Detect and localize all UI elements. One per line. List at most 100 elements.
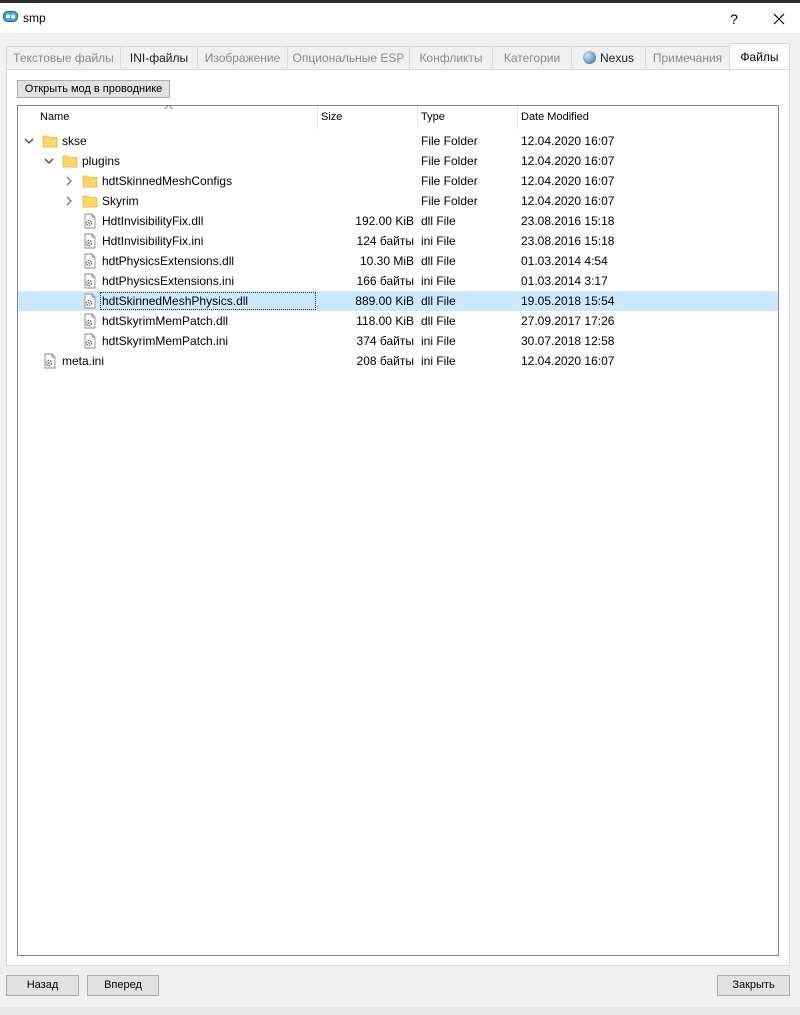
chevron-down-icon[interactable]: [23, 135, 35, 147]
tree-file-row[interactable]: hdtSkyrimMemPatch.ini 374 байты ini File 30…: [18, 331, 778, 351]
globe-icon: [582, 51, 596, 64]
tree-file-row[interactable]: hdtSkinnedMeshPhysics.dll 889.00 KiB dll F…: [18, 291, 778, 311]
tree-item-size: 374 байты: [356, 334, 414, 348]
close-icon: [773, 13, 785, 25]
tree-item-name: Skyrim: [102, 194, 139, 208]
tree-item-name: hdtPhysicsExtensions.dll: [102, 254, 235, 268]
tree-item-date: 12.04.2020 16:07: [521, 174, 615, 188]
open-in-explorer-button[interactable]: Открыть мод в проводнике: [17, 80, 170, 98]
tree-item-type: ini File: [421, 354, 456, 368]
tab-files[interactable]: Файлы: [729, 43, 790, 69]
tree-item-size: 166 байты: [356, 274, 414, 288]
tree-item-type: ini File: [421, 334, 456, 348]
chevron-right-icon[interactable]: [63, 175, 75, 187]
tree-item-name: hdtSkyrimMemPatch.ini: [102, 334, 229, 348]
tree-item-date: 23.08.2016 15:18: [521, 214, 615, 228]
sort-ascending-icon: [164, 106, 173, 110]
tree-item-name: HdtInvisibilityFix.ini: [102, 234, 204, 248]
forward-button[interactable]: Вперед: [87, 975, 159, 996]
tree-item-date: 30.07.2018 12:58: [521, 334, 615, 348]
tree-item-size: [318, 131, 414, 151]
tree-item-date: 19.05.2018 15:54: [521, 294, 615, 308]
column-header-type[interactable]: Type: [418, 106, 518, 129]
tree-item-size: 124 байты: [356, 234, 414, 248]
settings-file-icon: [82, 293, 98, 309]
tree-file-row[interactable]: HdtInvisibilityFix.dll 192.00 KiB dll File…: [18, 211, 778, 231]
tree-item-date: 01.03.2014 4:54: [521, 254, 608, 268]
help-button[interactable]: ?: [716, 6, 752, 32]
tree-folder-row[interactable]: Skyrim File Folder 12.04.2020 16:07: [18, 191, 778, 211]
tree-item-type: dll File: [421, 214, 456, 228]
close-button[interactable]: Закрыть: [717, 975, 790, 996]
focus-rectangle: [100, 292, 316, 310]
tree-item-date: 27.09.2017 17:26: [521, 314, 615, 328]
title-bar: smp ?: [0, 3, 800, 33]
chevron-right-icon[interactable]: [63, 195, 75, 207]
folder-icon: [82, 193, 98, 209]
tree-file-row[interactable]: hdtPhysicsExtensions.dll 10.30 MiB dll Fil…: [18, 251, 778, 271]
close-window-button[interactable]: [762, 6, 796, 32]
tree-item-type: dll File: [421, 294, 456, 308]
files-panel: Открыть мод в проводнике Name Size Type …: [6, 69, 790, 966]
settings-file-icon: [82, 253, 98, 269]
window-bottom-edge: [0, 1007, 800, 1015]
tree-item-type: File Folder: [421, 134, 478, 148]
tree-item-date: 23.08.2016 15:18: [521, 234, 615, 248]
back-button[interactable]: Назад: [6, 975, 79, 996]
tree-item-type: dll File: [421, 254, 456, 268]
tree-folder-row[interactable]: hdtSkinnedMeshConfigs File Folder 12.04.20…: [18, 171, 778, 191]
tree-item-name: HdtInvisibilityFix.dll: [102, 214, 204, 228]
tab-text-files[interactable]: Текстовые файлы: [6, 46, 121, 69]
tree-item-type: File Folder: [421, 194, 478, 208]
tree-item-type: ini File: [421, 234, 456, 248]
tree-item-type: File Folder: [421, 174, 478, 188]
window-title: smp: [23, 11, 46, 25]
chevron-down-icon[interactable]: [43, 155, 55, 167]
tab-nexus[interactable]: Nexus: [571, 46, 646, 69]
mod-organizer-icon: [3, 11, 18, 22]
tab-image[interactable]: Изображение: [197, 46, 288, 69]
tree-item-size: 10.30 MiB: [359, 254, 414, 268]
tree-file-row[interactable]: meta.ini 208 байты ini File 12.04.2020 16:0…: [18, 351, 778, 371]
tree-item-date: 12.04.2020 16:07: [521, 194, 615, 208]
folder-icon: [82, 173, 98, 189]
column-header-date-modified[interactable]: Date Modified: [518, 106, 778, 129]
tab-conflicts[interactable]: Конфликты: [409, 46, 493, 69]
tree-file-row[interactable]: hdtSkyrimMemPatch.dll 118.00 KiB dll File 2…: [18, 311, 778, 331]
tree-item-type: File Folder: [421, 154, 478, 168]
folder-icon: [62, 153, 78, 169]
tree-item-size: [318, 191, 414, 211]
tree-item-type: ini File: [421, 274, 456, 288]
settings-file-icon: [82, 333, 98, 349]
tree-item-size: [318, 171, 414, 191]
tab-bar: Текстовые файлы INI-файлы Изображение Оп…: [6, 43, 790, 69]
tree-folder-row[interactable]: plugins File Folder 12.04.2020 16:07: [18, 151, 778, 171]
tree-item-name: plugins: [82, 154, 121, 168]
settings-file-icon: [42, 353, 58, 369]
tree-item-date: 12.04.2020 16:07: [521, 354, 615, 368]
tree-item-type: dll File: [421, 314, 456, 328]
settings-file-icon: [82, 313, 98, 329]
tree-file-row[interactable]: HdtInvisibilityFix.ini 124 байты ini File 2…: [18, 231, 778, 251]
tab-categories[interactable]: Категории: [492, 46, 572, 69]
tree-item-name: hdtSkinnedMeshConfigs: [102, 174, 233, 188]
column-header-size[interactable]: Size: [318, 106, 418, 129]
tree-file-row[interactable]: hdtPhysicsExtensions.ini 166 байты ini Fil…: [18, 271, 778, 291]
tab-optional-esp[interactable]: Опциональные ESP: [287, 46, 410, 69]
tree-item-name: skse: [62, 134, 87, 148]
tree-item-size: [318, 151, 414, 171]
tree-item-name: hdtPhysicsExtensions.ini: [102, 274, 235, 288]
tree-header: Name Size Type Date Modified: [18, 106, 778, 129]
folder-icon: [42, 133, 58, 149]
tree-item-size: 192.00 KiB: [355, 214, 414, 228]
tree-item-name: hdtSkyrimMemPatch.dll: [102, 314, 229, 328]
tab-ini-files[interactable]: INI-файлы: [120, 46, 198, 69]
tree-item-size: 118.00 KiB: [356, 314, 414, 328]
tree-folder-row[interactable]: skse File Folder 12.04.2020 16:07: [18, 131, 778, 151]
tree-item-date: 01.03.2014 3:17: [521, 274, 608, 288]
settings-file-icon: [82, 273, 98, 289]
tab-notes[interactable]: Примечания: [645, 46, 730, 69]
tree-item-date: 12.04.2020 16:07: [521, 154, 615, 168]
tree-item-date: 12.04.2020 16:07: [521, 134, 615, 148]
file-tree[interactable]: Name Size Type Date Modified skse File Fo…: [17, 105, 779, 956]
